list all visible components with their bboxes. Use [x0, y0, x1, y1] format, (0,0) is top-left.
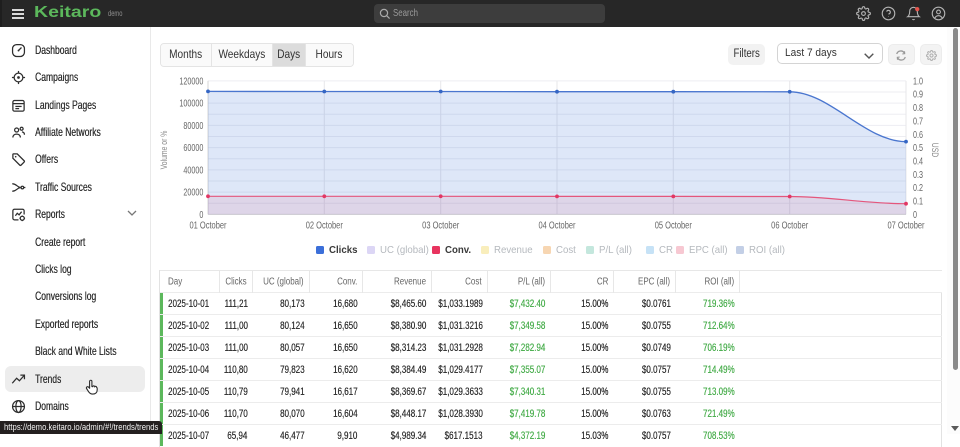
svg-text:01 October: 01 October — [189, 219, 226, 230]
svg-text:0.9: 0.9 — [913, 89, 923, 100]
svg-text:0.5: 0.5 — [913, 142, 923, 153]
svg-text:02 October: 02 October — [306, 219, 343, 230]
svg-text:0.3: 0.3 — [913, 169, 923, 180]
svg-text:Volume or %: Volume or % — [159, 130, 169, 169]
svg-text:0.2: 0.2 — [913, 182, 923, 193]
svg-text:20000: 20000 — [183, 186, 203, 197]
svg-text:04 October: 04 October — [538, 219, 575, 230]
svg-text:03 October: 03 October — [422, 219, 459, 230]
svg-text:40000: 40000 — [183, 164, 203, 175]
svg-text:07 October: 07 October — [887, 219, 924, 230]
svg-text:80000: 80000 — [183, 120, 203, 131]
svg-text:05 October: 05 October — [655, 219, 692, 230]
svg-text:0.6: 0.6 — [913, 129, 923, 140]
svg-text:60000: 60000 — [183, 142, 203, 153]
svg-text:0.1: 0.1 — [913, 195, 923, 206]
svg-text:100000: 100000 — [179, 97, 203, 108]
svg-text:0.4: 0.4 — [913, 155, 923, 166]
svg-text:120000: 120000 — [179, 75, 203, 86]
svg-text:06 October: 06 October — [771, 219, 808, 230]
svg-text:1.0: 1.0 — [913, 75, 923, 86]
svg-text:0.7: 0.7 — [913, 115, 923, 126]
svg-text:USD: USD — [930, 143, 940, 157]
svg-text:0.8: 0.8 — [913, 102, 923, 113]
